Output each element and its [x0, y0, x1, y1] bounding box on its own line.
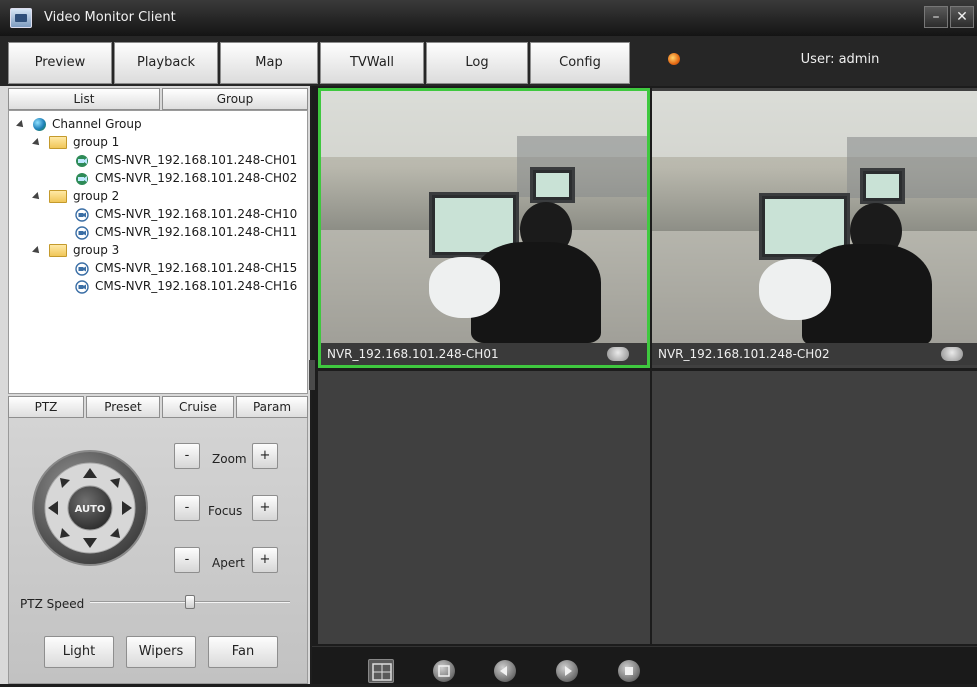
apert-minus-button[interactable]: -: [174, 547, 200, 573]
channel-label: CMS-NVR_192.168.101.248-CH01: [95, 153, 298, 167]
tab-param[interactable]: Param: [236, 396, 308, 418]
tree-group[interactable]: group 2: [32, 187, 120, 205]
tab-list[interactable]: List: [8, 88, 160, 110]
tab-cruise[interactable]: Cruise: [162, 396, 234, 418]
stream-status-icon[interactable]: [941, 347, 963, 361]
expand-arrow-icon[interactable]: [32, 137, 42, 148]
channel-label: CMS-NVR_192.168.101.248-CH15: [95, 261, 298, 275]
folder-icon: [49, 136, 67, 149]
camera-offline-icon: [75, 261, 89, 276]
stream-status-icon[interactable]: [607, 347, 629, 361]
video-tile-ch01[interactable]: NVR_192.168.101.248-CH01: [318, 88, 650, 368]
tab-preset[interactable]: Preset: [86, 396, 160, 418]
channel-label: CMS-NVR_192.168.101.248-CH02: [95, 171, 298, 185]
group-label: group 3: [73, 243, 120, 257]
channel-label: CMS-NVR_192.168.101.248-CH10: [95, 207, 298, 221]
close-button[interactable]: ✕: [950, 6, 974, 28]
globe-icon: [33, 118, 46, 131]
tree-root[interactable]: Channel Group: [16, 115, 142, 133]
video-toolbar: [312, 646, 977, 684]
light-button[interactable]: Light: [44, 636, 114, 668]
tree-channel[interactable]: CMS-NVR_192.168.101.248-CH15: [75, 259, 297, 277]
zoom-plus-button[interactable]: +: [252, 443, 278, 469]
folder-icon: [49, 244, 67, 257]
video-caption: NVR_192.168.101.248-CH01: [321, 343, 647, 365]
tab-config[interactable]: Config: [530, 42, 630, 84]
layout-grid-icon[interactable]: [368, 659, 394, 683]
tree-channel[interactable]: CMS-NVR_192.168.101.248-CH02: [75, 169, 297, 187]
ptz-direction-pad[interactable]: AUTO: [30, 448, 150, 568]
video-tile-ch02[interactable]: NVR_192.168.101.248-CH02: [652, 88, 977, 368]
tab-log[interactable]: Log: [426, 42, 528, 84]
tab-playback[interactable]: Playback: [114, 42, 218, 84]
expand-arrow-icon[interactable]: [32, 191, 42, 202]
channel-label: CMS-NVR_192.168.101.248-CH16: [95, 279, 298, 293]
focus-minus-button[interactable]: -: [174, 495, 200, 521]
zoom-minus-button[interactable]: -: [174, 443, 200, 469]
focus-label: Focus: [208, 504, 243, 518]
ptz-speed-label: PTZ Speed: [20, 597, 85, 611]
wipers-button[interactable]: Wipers: [126, 636, 196, 668]
previous-icon[interactable]: [494, 660, 516, 682]
tree-channel[interactable]: CMS-NVR_192.168.101.248-CH10: [75, 205, 297, 223]
stop-all-icon[interactable]: [618, 660, 640, 682]
video-caption: NVR_192.168.101.248-CH02: [652, 343, 977, 365]
tree-root-label: Channel Group: [52, 117, 142, 131]
zoom-label: Zoom: [212, 452, 247, 466]
camera-offline-icon: [75, 207, 89, 222]
camera-feed-image: [321, 91, 647, 343]
tab-ptz[interactable]: PTZ: [8, 396, 84, 418]
tree-channel[interactable]: CMS-NVR_192.168.101.248-CH11: [75, 223, 297, 241]
video-tile-empty[interactable]: [318, 371, 650, 644]
tab-tvwall[interactable]: TVWall: [320, 42, 424, 84]
tree-group[interactable]: group 3: [32, 241, 120, 259]
fullscreen-icon[interactable]: [433, 660, 455, 682]
tab-map[interactable]: Map: [220, 42, 318, 84]
panel-collapse-handle[interactable]: [309, 360, 315, 390]
next-icon[interactable]: [556, 660, 578, 682]
group-label: group 2: [73, 189, 120, 203]
camera-online-icon: [76, 172, 88, 185]
fan-button[interactable]: Fan: [208, 636, 278, 668]
expand-arrow-icon[interactable]: [32, 245, 42, 256]
user-label: User: admin: [800, 52, 880, 67]
focus-plus-button[interactable]: +: [252, 495, 278, 521]
tab-preview[interactable]: Preview: [8, 42, 112, 84]
tree-group[interactable]: group 1: [32, 133, 120, 151]
ptz-speed-thumb[interactable]: [185, 595, 195, 609]
folder-icon: [49, 190, 67, 203]
tree-channel[interactable]: CMS-NVR_192.168.101.248-CH01: [75, 151, 297, 169]
window-title: Video Monitor Client: [44, 10, 176, 25]
camera-offline-icon: [75, 279, 89, 294]
camera-feed-image: [652, 91, 977, 346]
minimize-button[interactable]: –: [924, 6, 948, 28]
apert-label: Apert: [212, 556, 245, 570]
expand-arrow-icon[interactable]: [16, 119, 26, 130]
tab-group[interactable]: Group: [162, 88, 308, 110]
camera-offline-icon: [75, 225, 89, 240]
ptz-auto-button[interactable]: AUTO: [75, 504, 106, 515]
video-tile-empty[interactable]: [652, 371, 977, 644]
camera-online-icon: [76, 154, 88, 167]
group-label: group 1: [73, 135, 120, 149]
app-icon: [10, 8, 32, 28]
channel-tree: Channel Group group 1 CMS-NVR_192.168.10…: [8, 110, 308, 394]
tree-channel[interactable]: CMS-NVR_192.168.101.248-CH16: [75, 277, 297, 295]
channel-label: CMS-NVR_192.168.101.248-CH11: [95, 225, 298, 239]
apert-plus-button[interactable]: +: [252, 547, 278, 573]
